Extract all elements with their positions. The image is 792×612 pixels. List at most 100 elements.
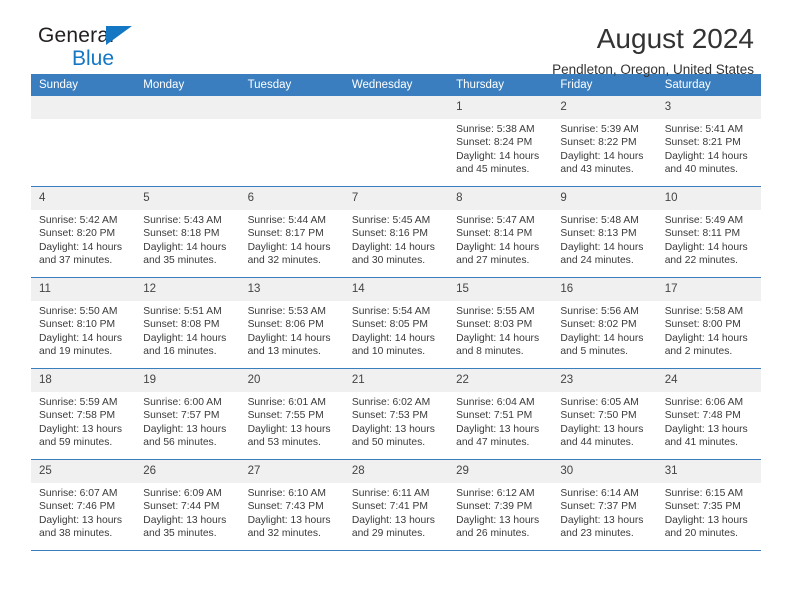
- day-cell-inner: 28 Sunrise: 6:11 AM Sunset: 7:41 PM Dayligh…: [343, 460, 449, 550]
- sunset-text: Sunset: 7:57 PM: [143, 410, 220, 422]
- calendar-day-cell[interactable]: 13 Sunrise: 5:53 AM Sunset: 8:06 PM Dayligh…: [239, 277, 344, 369]
- sunrise-text: Sunrise: 5:49 AM: [664, 215, 744, 226]
- sunrise-text: Sunrise: 5:42 AM: [39, 215, 118, 226]
- sunrise-text: Sunrise: 5:55 AM: [456, 306, 535, 317]
- calendar-day-cell[interactable]: 10 Sunrise: 5:49 AM Sunset: 8:11 PM Dayligh…: [656, 186, 761, 278]
- calendar-day-cell[interactable]: 11 Sunrise: 5:50 AM Sunset: 8:10 PM Dayligh…: [31, 277, 136, 369]
- calendar-day-cell[interactable]: 3 Sunrise: 5:41 AM Sunset: 8:21 PM Daylight…: [656, 96, 761, 187]
- calendar-day-cell-empty: [135, 96, 240, 187]
- daylight-text: Daylight: 14 hours and 8 minutes.: [456, 332, 540, 358]
- day-cell-inner: 8 Sunrise: 5:47 AM Sunset: 8:14 PM Daylight…: [448, 187, 553, 277]
- sunrise-text: Sunrise: 6:07 AM: [39, 488, 118, 499]
- daylight-text: Daylight: 14 hours and 22 minutes.: [664, 241, 748, 267]
- generalblue-logo[interactable]: General Blue: [38, 25, 218, 75]
- day-cell-inner: 11 Sunrise: 5:50 AM Sunset: 8:10 PM Dayligh…: [31, 278, 136, 368]
- day-cell-inner: 17 Sunrise: 5:58 AM Sunset: 8:00 PM Dayligh…: [656, 278, 761, 368]
- logo-wordmark-general: General: [38, 25, 218, 47]
- sunrise-text: Sunrise: 5:56 AM: [560, 306, 639, 317]
- calendar-day-cell[interactable]: 29 Sunrise: 6:12 AM Sunset: 7:39 PM Dayligh…: [448, 459, 553, 550]
- sunrise-text: Sunrise: 5:59 AM: [39, 397, 118, 408]
- calendar-day-cell[interactable]: 6 Sunrise: 5:44 AM Sunset: 8:17 PM Daylight…: [239, 186, 344, 278]
- sunrise-text: Sunrise: 5:44 AM: [247, 215, 326, 226]
- daylight-text: Daylight: 13 hours and 38 minutes.: [39, 514, 122, 540]
- day-number: 30: [552, 460, 657, 483]
- sunrise-text: Sunrise: 5:38 AM: [456, 124, 535, 135]
- daylight-text: Daylight: 13 hours and 23 minutes.: [560, 514, 644, 540]
- day-cell-inner: 19 Sunrise: 6:00 AM Sunset: 7:57 PM Dayligh…: [135, 369, 240, 459]
- day-cell-inner: 3 Sunrise: 5:41 AM Sunset: 8:21 PM Daylight…: [656, 96, 761, 186]
- day-number: 8: [448, 187, 553, 210]
- logo-text-blue: Blue: [72, 47, 115, 70]
- day-number: 14: [343, 278, 449, 301]
- day-number: 17: [656, 278, 761, 301]
- day-details: Sunrise: 5:56 AM Sunset: 8:02 PM Daylight:…: [552, 301, 656, 359]
- day-number: 18: [31, 369, 136, 392]
- day-cell-inner: 5 Sunrise: 5:43 AM Sunset: 8:18 PM Daylight…: [135, 187, 240, 277]
- calendar-day-cell[interactable]: 1 Sunrise: 5:38 AM Sunset: 8:24 PM Daylight…: [448, 96, 553, 187]
- calendar-day-cell[interactable]: 8 Sunrise: 5:47 AM Sunset: 8:14 PM Daylight…: [448, 186, 553, 278]
- calendar-day-cell[interactable]: 16 Sunrise: 5:56 AM Sunset: 8:02 PM Dayligh…: [552, 277, 657, 369]
- calendar-day-cell[interactable]: 5 Sunrise: 5:43 AM Sunset: 8:18 PM Daylight…: [135, 186, 240, 278]
- day-details: Sunrise: 5:58 AM Sunset: 8:00 PM Daylight:…: [657, 301, 761, 359]
- day-cell-inner: 24 Sunrise: 6:06 AM Sunset: 7:48 PM Dayligh…: [656, 369, 761, 459]
- sunset-text: Sunset: 8:14 PM: [456, 228, 533, 240]
- day-number: 19: [135, 369, 240, 392]
- daylight-text: Daylight: 13 hours and 56 minutes.: [143, 423, 227, 449]
- calendar-day-cell[interactable]: 14 Sunrise: 5:54 AM Sunset: 8:05 PM Dayligh…: [343, 277, 449, 369]
- calendar-day-cell[interactable]: 19 Sunrise: 6:00 AM Sunset: 7:57 PM Dayligh…: [135, 368, 240, 460]
- daylight-text: Daylight: 13 hours and 47 minutes.: [456, 423, 540, 449]
- day-number: 11: [31, 278, 136, 301]
- calendar-day-cell[interactable]: 25 Sunrise: 6:07 AM Sunset: 7:46 PM Dayligh…: [31, 459, 136, 550]
- sunrise-text: Sunrise: 6:11 AM: [351, 488, 430, 499]
- calendar-day-cell[interactable]: 12 Sunrise: 5:51 AM Sunset: 8:08 PM Dayligh…: [135, 277, 240, 369]
- sunset-text: Sunset: 8:20 PM: [39, 228, 116, 240]
- daylight-text: Daylight: 14 hours and 5 minutes.: [560, 332, 644, 358]
- day-cell-inner: 15 Sunrise: 5:55 AM Sunset: 8:03 PM Dayligh…: [448, 278, 553, 368]
- sunrise-text: Sunrise: 6:04 AM: [456, 397, 535, 408]
- day-details: Sunrise: 6:07 AM Sunset: 7:46 PM Daylight:…: [31, 483, 135, 541]
- daylight-text: Daylight: 13 hours and 20 minutes.: [664, 514, 748, 540]
- calendar-day-cell[interactable]: 26 Sunrise: 6:09 AM Sunset: 7:44 PM Dayligh…: [135, 459, 240, 550]
- sunrise-text: Sunrise: 6:05 AM: [560, 397, 639, 408]
- calendar-day-cell[interactable]: 30 Sunrise: 6:14 AM Sunset: 7:37 PM Dayligh…: [552, 459, 657, 550]
- sunset-text: Sunset: 8:21 PM: [664, 137, 741, 149]
- page-header: General Blue August 2024 Pendleton, Oreg…: [31, 0, 761, 77]
- calendar-day-cell[interactable]: 22 Sunrise: 6:04 AM Sunset: 7:51 PM Dayligh…: [448, 368, 553, 460]
- day-number: 4: [31, 187, 136, 210]
- day-cell-inner: 4 Sunrise: 5:42 AM Sunset: 8:20 PM Daylight…: [31, 187, 136, 277]
- calendar-day-cell[interactable]: 2 Sunrise: 5:39 AM Sunset: 8:22 PM Daylight…: [552, 96, 657, 187]
- sunrise-text: Sunrise: 5:47 AM: [456, 215, 535, 226]
- sunrise-text: Sunrise: 5:41 AM: [664, 124, 744, 135]
- calendar-day-cell[interactable]: 20 Sunrise: 6:01 AM Sunset: 7:55 PM Dayligh…: [239, 368, 344, 460]
- day-details: Sunrise: 6:12 AM Sunset: 7:39 PM Daylight:…: [448, 483, 552, 541]
- calendar-day-cell[interactable]: 28 Sunrise: 6:11 AM Sunset: 7:41 PM Dayligh…: [343, 459, 449, 550]
- calendar-day-cell[interactable]: 9 Sunrise: 5:48 AM Sunset: 8:13 PM Daylight…: [552, 186, 657, 278]
- calendar-day-cell[interactable]: 23 Sunrise: 6:05 AM Sunset: 7:50 PM Dayligh…: [552, 368, 657, 460]
- calendar-week-row: 4 Sunrise: 5:42 AM Sunset: 8:20 PM Daylight…: [31, 186, 761, 278]
- day-number: [239, 96, 344, 119]
- sunrise-text: Sunrise: 6:02 AM: [351, 397, 431, 408]
- calendar-day-cell[interactable]: 7 Sunrise: 5:45 AM Sunset: 8:16 PM Daylight…: [343, 186, 449, 278]
- day-number: 24: [656, 369, 761, 392]
- calendar-day-cell[interactable]: 18 Sunrise: 5:59 AM Sunset: 7:58 PM Dayligh…: [31, 368, 136, 460]
- day-details: Sunrise: 6:15 AM Sunset: 7:35 PM Daylight:…: [657, 483, 761, 541]
- calendar-day-cell[interactable]: 17 Sunrise: 5:58 AM Sunset: 8:00 PM Dayligh…: [656, 277, 761, 369]
- calendar-day-cell[interactable]: 21 Sunrise: 6:02 AM Sunset: 7:53 PM Dayligh…: [343, 368, 449, 460]
- calendar-day-cell[interactable]: 31 Sunrise: 6:15 AM Sunset: 7:35 PM Dayligh…: [656, 459, 761, 550]
- day-number: 2: [552, 96, 657, 119]
- sunset-text: Sunset: 8:11 PM: [664, 228, 741, 240]
- sunset-text: Sunset: 8:17 PM: [247, 228, 324, 240]
- day-details: Sunrise: 5:43 AM Sunset: 8:18 PM Daylight:…: [135, 210, 239, 268]
- calendar-day-cell[interactable]: 27 Sunrise: 6:10 AM Sunset: 7:43 PM Dayligh…: [239, 459, 344, 550]
- day-number: 23: [552, 369, 657, 392]
- day-cell-inner: 27 Sunrise: 6:10 AM Sunset: 7:43 PM Dayligh…: [239, 460, 344, 550]
- calendar-day-cell[interactable]: 4 Sunrise: 5:42 AM Sunset: 8:20 PM Daylight…: [31, 186, 136, 278]
- daylight-text: Daylight: 13 hours and 41 minutes.: [664, 423, 748, 449]
- day-cell-inner: 9 Sunrise: 5:48 AM Sunset: 8:13 PM Daylight…: [552, 187, 657, 277]
- daylight-text: Daylight: 14 hours and 45 minutes.: [456, 150, 540, 176]
- sunrise-text: Sunrise: 6:06 AM: [664, 397, 744, 408]
- calendar-day-cell[interactable]: 15 Sunrise: 5:55 AM Sunset: 8:03 PM Dayligh…: [448, 277, 553, 369]
- calendar-day-cell[interactable]: 24 Sunrise: 6:06 AM Sunset: 7:48 PM Dayligh…: [656, 368, 761, 460]
- title-block: August 2024 Pendleton, Oregon, United St…: [552, 22, 754, 78]
- daylight-text: Daylight: 14 hours and 10 minutes.: [351, 332, 435, 358]
